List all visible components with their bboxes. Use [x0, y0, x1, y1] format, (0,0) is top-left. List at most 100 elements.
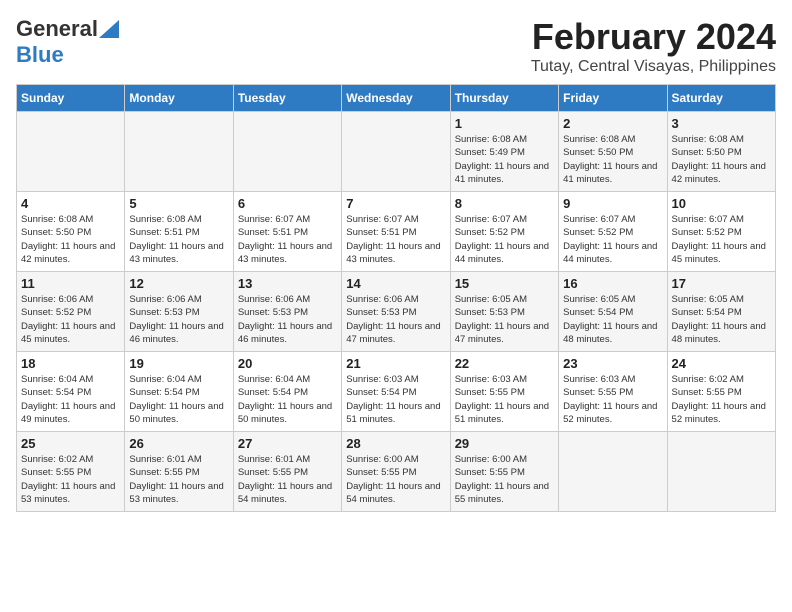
day-info: Sunrise: 6:03 AMSunset: 5:54 PMDaylight:…: [346, 373, 445, 426]
weekday-thursday: Thursday: [450, 85, 558, 112]
day-number: 28: [346, 436, 445, 451]
calendar-week-4: 18 Sunrise: 6:04 AMSunset: 5:54 PMDayligh…: [17, 352, 776, 432]
day-number: 27: [238, 436, 337, 451]
day-info: Sunrise: 6:05 AMSunset: 5:53 PMDaylight:…: [455, 293, 554, 346]
day-info: Sunrise: 6:07 AMSunset: 5:51 PMDaylight:…: [346, 213, 445, 266]
day-number: 1: [455, 116, 554, 131]
day-number: 15: [455, 276, 554, 291]
day-info: Sunrise: 6:08 AMSunset: 5:49 PMDaylight:…: [455, 133, 554, 186]
day-number: 7: [346, 196, 445, 211]
location-title: Tutay, Central Visayas, Philippines: [531, 58, 776, 76]
day-number: 26: [129, 436, 228, 451]
calendar-cell: 12Sunrise: 6:06 AMSunset: 5:53 PMDayligh…: [125, 272, 233, 352]
calendar-cell: 7 Sunrise: 6:07 AMSunset: 5:51 PMDaylight…: [342, 192, 450, 272]
day-number: 13: [238, 276, 337, 291]
day-info: Sunrise: 6:07 AMSunset: 5:52 PMDaylight:…: [455, 213, 554, 266]
calendar-cell: 6 Sunrise: 6:07 AMSunset: 5:51 PMDaylight…: [233, 192, 341, 272]
logo-general: General: [16, 16, 98, 42]
month-title: February 2024: [531, 16, 776, 58]
calendar-cell: 3 Sunrise: 6:08 AMSunset: 5:50 PMDaylight…: [667, 112, 775, 192]
weekday-wednesday: Wednesday: [342, 85, 450, 112]
calendar-table: SundayMondayTuesdayWednesdayThursdayFrid…: [16, 84, 776, 512]
day-info: Sunrise: 6:08 AMSunset: 5:50 PMDaylight:…: [563, 133, 662, 186]
calendar-cell: 21 Sunrise: 6:03 AMSunset: 5:54 PMDayligh…: [342, 352, 450, 432]
calendar-cell: 18 Sunrise: 6:04 AMSunset: 5:54 PMDayligh…: [17, 352, 125, 432]
day-info: Sunrise: 6:01 AMSunset: 5:55 PMDaylight:…: [238, 453, 337, 506]
page-header: General Blue February 2024 Tutay, Centra…: [16, 16, 776, 76]
calendar-cell: 28Sunrise: 6:00 AMSunset: 5:55 PMDayligh…: [342, 432, 450, 512]
weekday-saturday: Saturday: [667, 85, 775, 112]
day-info: Sunrise: 6:08 AMSunset: 5:50 PMDaylight:…: [21, 213, 120, 266]
day-info: Sunrise: 6:06 AMSunset: 5:53 PMDaylight:…: [238, 293, 337, 346]
day-info: Sunrise: 6:07 AMSunset: 5:52 PMDaylight:…: [672, 213, 771, 266]
day-info: Sunrise: 6:08 AMSunset: 5:51 PMDaylight:…: [129, 213, 228, 266]
calendar-cell: 5 Sunrise: 6:08 AMSunset: 5:51 PMDaylight…: [125, 192, 233, 272]
day-number: 29: [455, 436, 554, 451]
day-number: 18: [21, 356, 120, 371]
calendar-cell: 19 Sunrise: 6:04 AMSunset: 5:54 PMDayligh…: [125, 352, 233, 432]
day-info: Sunrise: 6:04 AMSunset: 5:54 PMDaylight:…: [21, 373, 120, 426]
calendar-cell: [667, 432, 775, 512]
calendar-cell: [342, 112, 450, 192]
day-info: Sunrise: 6:05 AMSunset: 5:54 PMDaylight:…: [672, 293, 771, 346]
calendar-cell: 14Sunrise: 6:06 AMSunset: 5:53 PMDayligh…: [342, 272, 450, 352]
title-area: February 2024 Tutay, Central Visayas, Ph…: [531, 16, 776, 76]
day-number: 5: [129, 196, 228, 211]
day-info: Sunrise: 6:06 AMSunset: 5:52 PMDaylight:…: [21, 293, 120, 346]
day-number: 12: [129, 276, 228, 291]
calendar-body: 1 Sunrise: 6:08 AMSunset: 5:49 PMDaylight…: [17, 112, 776, 512]
day-number: 3: [672, 116, 771, 131]
day-number: 23: [563, 356, 662, 371]
calendar-cell: 8 Sunrise: 6:07 AMSunset: 5:52 PMDaylight…: [450, 192, 558, 272]
day-info: Sunrise: 6:07 AMSunset: 5:52 PMDaylight:…: [563, 213, 662, 266]
calendar-cell: [559, 432, 667, 512]
day-number: 25: [21, 436, 120, 451]
calendar-cell: 29 Sunrise: 6:00 AMSunset: 5:55 PMDayligh…: [450, 432, 558, 512]
day-number: 10: [672, 196, 771, 211]
day-number: 22: [455, 356, 554, 371]
calendar-cell: 16Sunrise: 6:05 AMSunset: 5:54 PMDayligh…: [559, 272, 667, 352]
calendar-cell: 24Sunrise: 6:02 AMSunset: 5:55 PMDayligh…: [667, 352, 775, 432]
calendar-cell: 9 Sunrise: 6:07 AMSunset: 5:52 PMDaylight…: [559, 192, 667, 272]
calendar-cell: 15 Sunrise: 6:05 AMSunset: 5:53 PMDayligh…: [450, 272, 558, 352]
logo-icon: [99, 20, 119, 38]
day-number: 16: [563, 276, 662, 291]
day-info: Sunrise: 6:04 AMSunset: 5:54 PMDaylight:…: [238, 373, 337, 426]
calendar-cell: [233, 112, 341, 192]
day-number: 20: [238, 356, 337, 371]
day-info: Sunrise: 6:03 AMSunset: 5:55 PMDaylight:…: [563, 373, 662, 426]
calendar-cell: 26 Sunrise: 6:01 AMSunset: 5:55 PMDayligh…: [125, 432, 233, 512]
calendar-cell: 4 Sunrise: 6:08 AMSunset: 5:50 PMDaylight…: [17, 192, 125, 272]
day-info: Sunrise: 6:08 AMSunset: 5:50 PMDaylight:…: [672, 133, 771, 186]
calendar-week-2: 4 Sunrise: 6:08 AMSunset: 5:50 PMDaylight…: [17, 192, 776, 272]
calendar-cell: 25 Sunrise: 6:02 AMSunset: 5:55 PMDayligh…: [17, 432, 125, 512]
weekday-header-row: SundayMondayTuesdayWednesdayThursdayFrid…: [17, 85, 776, 112]
day-number: 9: [563, 196, 662, 211]
day-info: Sunrise: 6:02 AMSunset: 5:55 PMDaylight:…: [672, 373, 771, 426]
calendar-cell: 23 Sunrise: 6:03 AMSunset: 5:55 PMDayligh…: [559, 352, 667, 432]
day-info: Sunrise: 6:00 AMSunset: 5:55 PMDaylight:…: [455, 453, 554, 506]
calendar-week-1: 1 Sunrise: 6:08 AMSunset: 5:49 PMDaylight…: [17, 112, 776, 192]
day-number: 2: [563, 116, 662, 131]
day-info: Sunrise: 6:04 AMSunset: 5:54 PMDaylight:…: [129, 373, 228, 426]
day-info: Sunrise: 6:07 AMSunset: 5:51 PMDaylight:…: [238, 213, 337, 266]
calendar-cell: 2 Sunrise: 6:08 AMSunset: 5:50 PMDaylight…: [559, 112, 667, 192]
day-number: 21: [346, 356, 445, 371]
day-number: 17: [672, 276, 771, 291]
weekday-friday: Friday: [559, 85, 667, 112]
logo-blue: Blue: [16, 42, 64, 67]
day-number: 19: [129, 356, 228, 371]
day-info: Sunrise: 6:02 AMSunset: 5:55 PMDaylight:…: [21, 453, 120, 506]
day-info: Sunrise: 6:06 AMSunset: 5:53 PMDaylight:…: [346, 293, 445, 346]
day-number: 8: [455, 196, 554, 211]
calendar-cell: 11Sunrise: 6:06 AMSunset: 5:52 PMDayligh…: [17, 272, 125, 352]
weekday-sunday: Sunday: [17, 85, 125, 112]
calendar-cell: 13 Sunrise: 6:06 AMSunset: 5:53 PMDayligh…: [233, 272, 341, 352]
calendar-cell: 17 Sunrise: 6:05 AMSunset: 5:54 PMDayligh…: [667, 272, 775, 352]
day-info: Sunrise: 6:01 AMSunset: 5:55 PMDaylight:…: [129, 453, 228, 506]
day-info: Sunrise: 6:03 AMSunset: 5:55 PMDaylight:…: [455, 373, 554, 426]
day-number: 4: [21, 196, 120, 211]
day-number: 6: [238, 196, 337, 211]
calendar-cell: [17, 112, 125, 192]
logo: General Blue: [16, 16, 119, 68]
